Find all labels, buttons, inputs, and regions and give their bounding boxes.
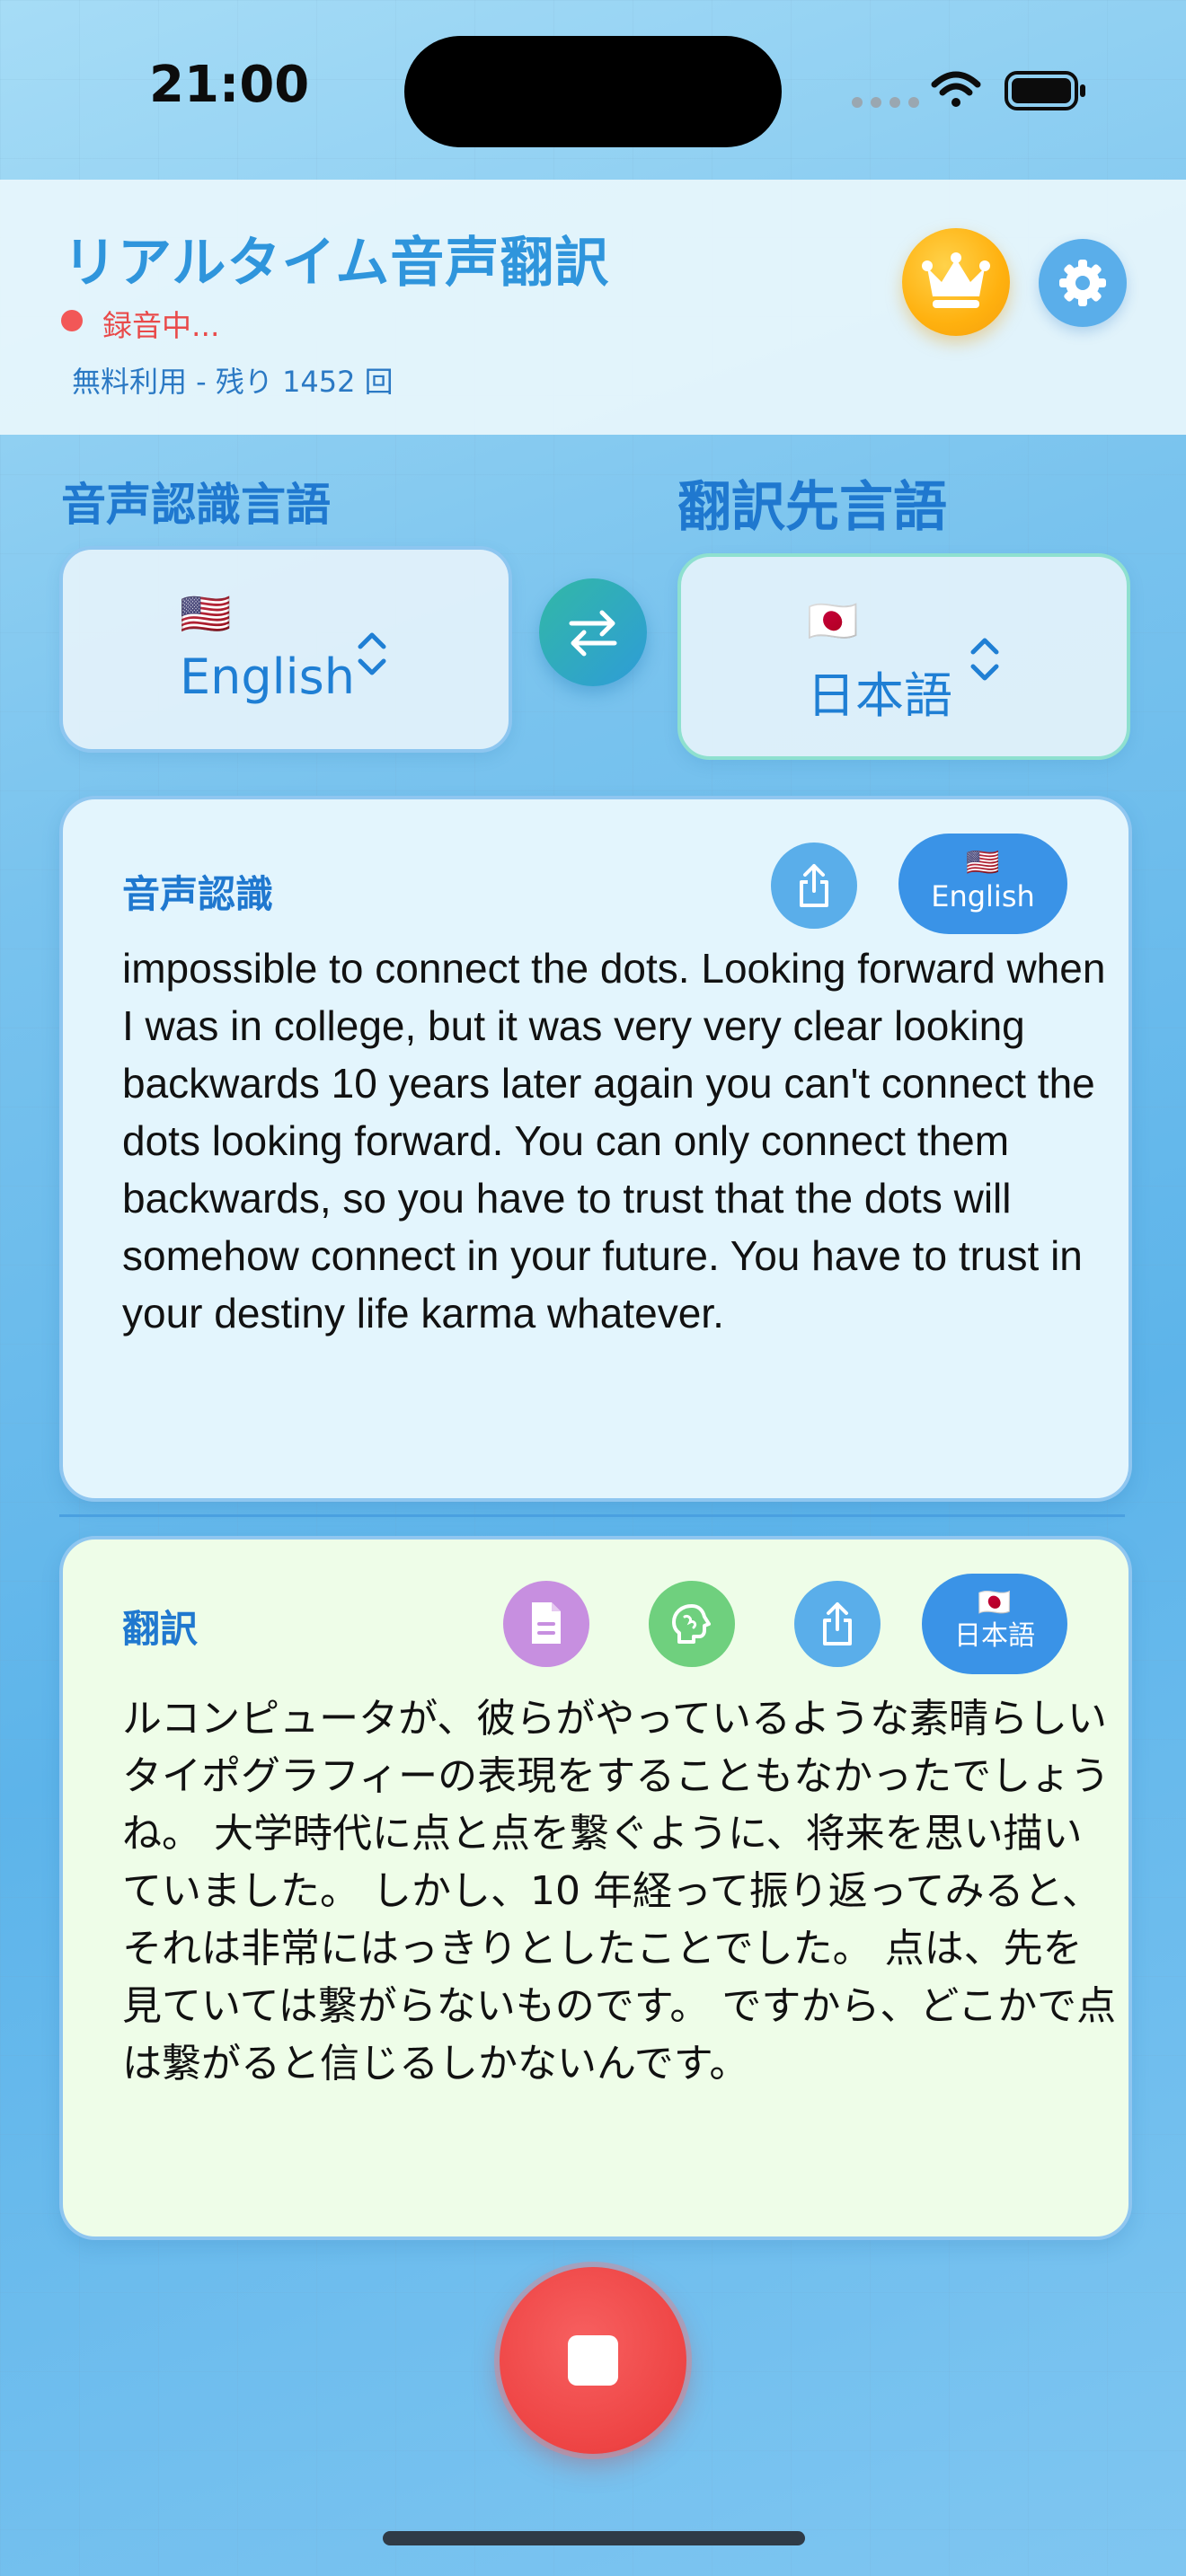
speech-language-chip-label: English — [931, 879, 1035, 913]
jp-flag-icon: 🇯🇵 — [978, 1587, 1012, 1619]
swap-arrows-icon — [569, 610, 617, 657]
speech-transcript-text: wonderful typography that they do. Of co… — [122, 945, 1106, 1337]
translation-panel: 翻訳 🇯🇵 日本語 の授業に立ち寄ることはなかったでしょうし、パーソナルコンピュ… — [59, 1536, 1132, 2240]
stop-icon — [568, 2335, 618, 2386]
crown-icon — [922, 252, 990, 308]
document-icon — [532, 1602, 561, 1644]
summary-button[interactable] — [503, 1581, 589, 1667]
wifi-icon — [931, 71, 981, 107]
share-icon — [800, 864, 828, 907]
speech-language-chip[interactable]: 🇺🇸 English — [898, 834, 1067, 934]
speech-recognition-panel: 音声認識 🇺🇸 English wonderful typography tha… — [59, 796, 1132, 1502]
translation-output[interactable]: の授業に立ち寄ることはなかったでしょうし、パーソナルコンピュータが、彼らがやって… — [122, 1685, 1120, 2204]
recording-status: 録音中... — [102, 308, 220, 343]
signal-dots-icon — [852, 97, 919, 108]
share-translation-button[interactable] — [794, 1581, 881, 1667]
speech-transcript[interactable]: wonderful typography that they do. Of co… — [122, 934, 1120, 1471]
settings-button[interactable] — [1039, 239, 1127, 327]
share-icon — [823, 1602, 852, 1645]
target-language-name: 日本語 — [807, 667, 952, 724]
target-language-label: 翻訳先言語 — [677, 476, 947, 539]
source-language-name: English — [180, 648, 355, 705]
gear-icon — [1059, 260, 1106, 306]
dynamic-island — [404, 36, 782, 147]
translation-panel-title: 翻訳 — [122, 1607, 199, 1651]
stop-recording-button[interactable] — [500, 2267, 686, 2454]
us-flag-icon: 🇺🇸 — [180, 589, 232, 638]
translation-language-chip[interactable]: 🇯🇵 日本語 — [922, 1574, 1067, 1674]
chevron-up-down-icon — [358, 632, 386, 675]
home-indicator — [383, 2531, 805, 2545]
recording-indicator-dot — [61, 310, 83, 331]
panel-divider — [59, 1514, 1125, 1517]
swap-languages-button[interactable] — [539, 578, 647, 686]
translation-language-chip-label: 日本語 — [954, 1620, 1035, 1652]
brain-icon — [672, 1604, 711, 1644]
ai-assist-button[interactable] — [649, 1581, 735, 1667]
source-language-picker[interactable]: 🇺🇸 English — [59, 546, 512, 753]
premium-button[interactable] — [902, 228, 1010, 336]
us-flag-icon: 🇺🇸 — [966, 847, 1000, 878]
status-time: 21:00 — [149, 56, 310, 114]
share-speech-button[interactable] — [771, 842, 857, 929]
speech-panel-title: 音声認識 — [122, 872, 274, 916]
translation-output-text: の授業に立ち寄ることはなかったでしょうし、パーソナルコンピュータが、彼らがやって… — [122, 1696, 1117, 2086]
jp-flag-icon: 🇯🇵 — [807, 596, 859, 645]
source-language-label: 音声認識言語 — [61, 479, 331, 531]
battery-icon — [1005, 71, 1085, 110]
app-title: リアルタイム音声翻訳 — [63, 232, 610, 295]
chevron-up-down-icon — [970, 638, 999, 681]
target-language-picker[interactable]: 🇯🇵 日本語 — [677, 553, 1130, 760]
usage-remaining: 無料利用 - 残り 1452 回 — [72, 365, 394, 399]
